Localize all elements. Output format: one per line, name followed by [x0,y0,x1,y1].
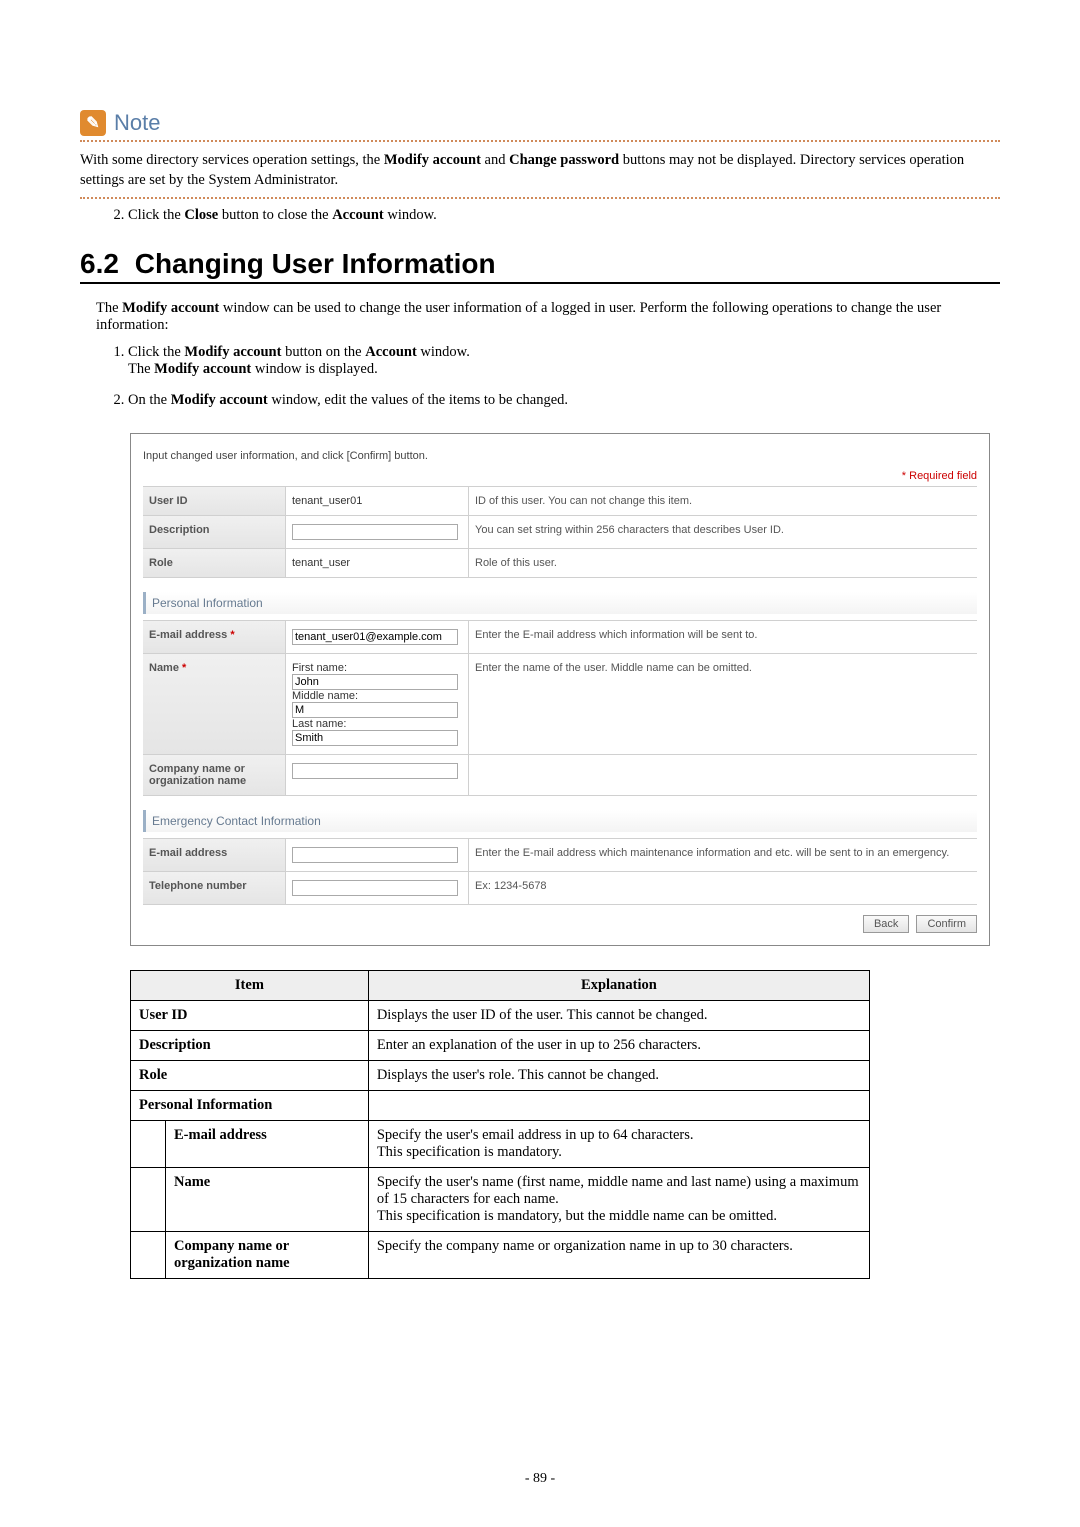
description-input[interactable] [292,524,458,540]
item-personal-info: Personal Information [131,1090,369,1120]
label-email: E-mail address * [143,621,286,653]
row-name: Name * First name: Middle name: Last nam… [143,653,977,754]
middle-name-label: Middle name: [292,690,462,702]
first-name-label: First name: [292,662,462,674]
expl-email: Specify the user's email address in up t… [368,1120,869,1167]
col-item: Item [131,970,369,1000]
table-row: Description Enter an explanation of the … [131,1030,870,1060]
page-number: - 89 - [0,1471,1080,1487]
item-userid: User ID [131,1000,369,1030]
table-row: Name Specify the user's name (first name… [131,1167,870,1231]
company-input[interactable] [292,763,458,779]
expl-company: Specify the company name or organization… [368,1231,869,1278]
row-company: Company name or organization name [143,754,977,796]
emergency-info-header: Emergency Contact Information [143,810,977,832]
note-label: Note [114,110,160,136]
value-role: tenant_user [286,549,469,577]
col-explanation: Explanation [368,970,869,1000]
table-row: Role Displays the user's role. This cann… [131,1060,870,1090]
step-1: Click the Modify account button on the A… [128,344,1000,378]
step-list: Click the Close button to close the Acco… [80,207,1000,224]
section-heading: 6.2 Changing User Information [80,248,1000,284]
expl-userid: Displays the user ID of the user. This c… [368,1000,869,1030]
required-field-legend: Required field [143,470,977,482]
row-userid: User ID tenant_user01 ID of this user. Y… [143,486,977,515]
label-company: Company name or organization name [143,755,286,795]
expl-description: Enter an explanation of the user in up t… [368,1030,869,1060]
label-description: Description [143,516,286,548]
label-emerg-email: E-mail address [143,839,286,871]
middle-name-input[interactable] [292,702,458,718]
note-icon: ✎ [80,110,106,136]
note-header: ✎ Note [80,110,1000,136]
section-title: Changing User Information [135,248,496,279]
item-role: Role [131,1060,369,1090]
label-name: Name * [143,654,286,754]
last-name-label: Last name: [292,718,462,730]
divider [80,197,1000,199]
personal-info-header: Personal Information [143,592,977,614]
desc-name: Enter the name of the user. Middle name … [469,654,977,754]
label-emerg-tel: Telephone number [143,872,286,904]
emerg-email-input[interactable] [292,847,458,863]
expl-name: Specify the user's name (first name, mid… [368,1167,869,1231]
row-role: Role tenant_user Role of this user. [143,548,977,578]
steps: Click the Modify account button on the A… [80,344,1000,409]
value-userid: tenant_user01 [286,487,469,515]
section-number: 6.2 [80,248,119,279]
expl-role: Displays the user's role. This cannot be… [368,1060,869,1090]
step-close: Click the Close button to close the Acco… [128,207,1000,224]
emerg-tel-input[interactable] [292,880,458,896]
email-input[interactable] [292,629,458,645]
row-emerg-tel: Telephone number Ex: 1234-5678 [143,871,977,905]
desc-emerg-tel: Ex: 1234-5678 [469,872,977,904]
confirm-button[interactable]: Confirm [916,915,977,933]
table-row: Personal Information [131,1090,870,1120]
row-description: Description You can set string within 25… [143,515,977,548]
form-hint: Input changed user information, and clic… [143,450,977,462]
table-row: User ID Displays the user ID of the user… [131,1000,870,1030]
desc-description: You can set string within 256 characters… [469,516,977,548]
item-name: Name [166,1167,369,1231]
label-userid: User ID [143,487,286,515]
item-email: E-mail address [166,1120,369,1167]
item-description: Description [131,1030,369,1060]
label-role: Role [143,549,286,577]
last-name-input[interactable] [292,730,458,746]
table-header-row: Item Explanation [131,970,870,1000]
back-button[interactable]: Back [863,915,909,933]
modify-account-screenshot: Input changed user information, and clic… [130,433,990,946]
table-row: Company name or organization name Specif… [131,1231,870,1278]
divider [80,140,1000,142]
note-body: With some directory services operation s… [80,150,1000,191]
item-company: Company name or organization name [166,1231,369,1278]
desc-role: Role of this user. [469,549,977,577]
table-row: E-mail address Specify the user's email … [131,1120,870,1167]
explanation-table: Item Explanation User ID Displays the us… [130,970,870,1279]
row-emerg-email: E-mail address Enter the E-mail address … [143,838,977,871]
row-email: E-mail address * Enter the E-mail addres… [143,620,977,653]
intro-text: The Modify account window can be used to… [96,300,1000,334]
expl-personal-info [368,1090,869,1120]
first-name-input[interactable] [292,674,458,690]
desc-userid: ID of this user. You can not change this… [469,487,977,515]
desc-email: Enter the E-mail address which informati… [469,621,977,653]
step-2: On the Modify account window, edit the v… [128,392,1000,409]
desc-emerg-email: Enter the E-mail address which maintenan… [469,839,977,871]
